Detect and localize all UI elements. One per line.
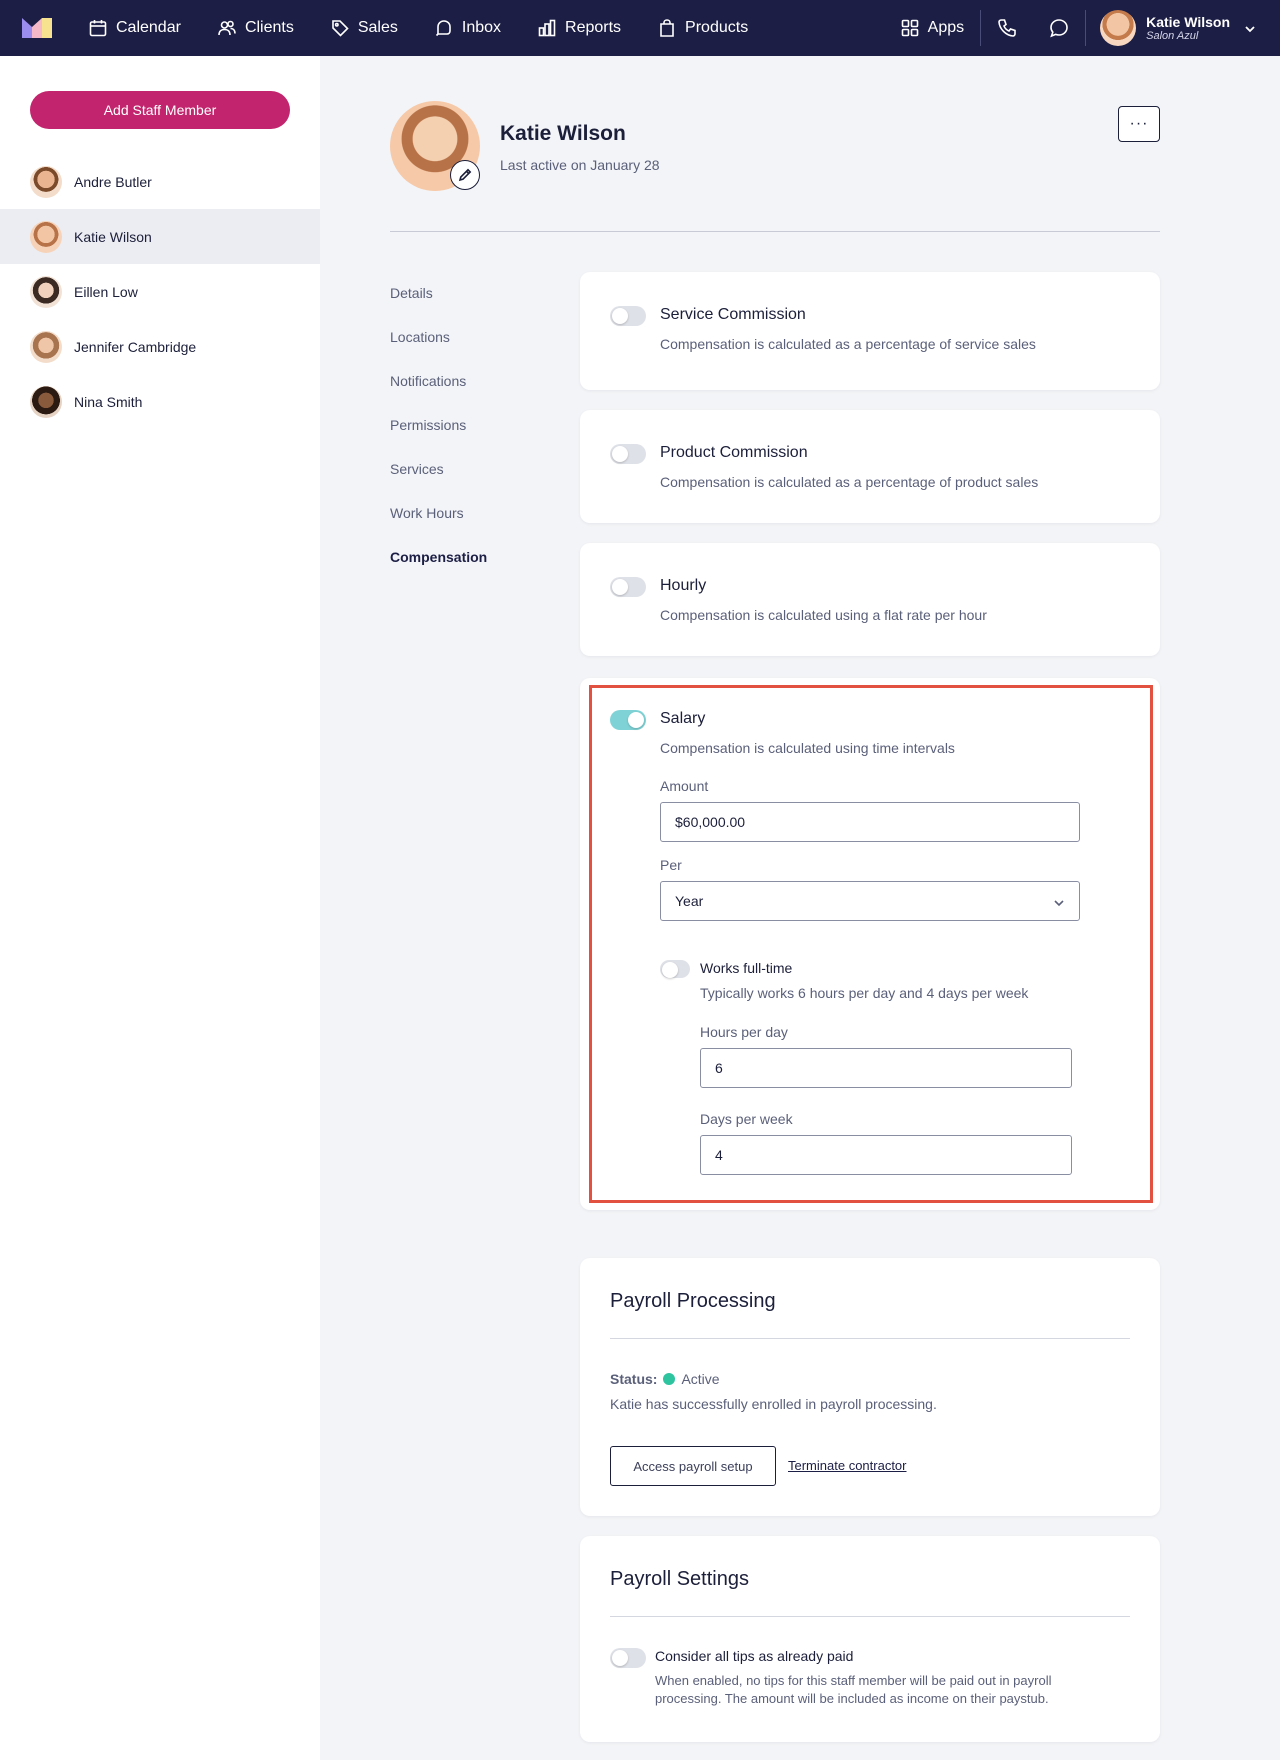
nav-label-clients: Clients xyxy=(244,19,294,36)
salary-highlight-box xyxy=(589,685,1153,1203)
avatar xyxy=(30,165,62,198)
main-nav: Calendar Clients Sales Inbox Reports Pro… xyxy=(88,0,784,56)
status-dot-icon xyxy=(663,1373,676,1385)
product-commission-card: Product Commission Compensation is calcu… xyxy=(580,410,1160,523)
subnav-locations[interactable]: Locations xyxy=(390,329,487,373)
nav-item-inbox[interactable]: Inbox xyxy=(434,18,501,38)
bar-chart-icon xyxy=(538,19,556,37)
chat-bubble-icon xyxy=(1050,19,1068,38)
section-title: Payroll Settings xyxy=(610,1568,749,1590)
more-dots-icon: ··· xyxy=(1129,115,1149,132)
users-icon xyxy=(218,20,236,36)
card-description: Compensation is calculated as a percenta… xyxy=(660,336,1036,352)
status-value: Active xyxy=(681,1371,720,1387)
staff-name: Eillen Low xyxy=(74,283,138,300)
more-options-button[interactable]: ··· xyxy=(1118,106,1160,142)
staff-item-katie-wilson[interactable]: Katie Wilson xyxy=(0,209,320,264)
divider xyxy=(610,1338,1130,1339)
card-title: Product Commission xyxy=(660,444,808,461)
card-description: Compensation is calculated as a percenta… xyxy=(660,474,1039,490)
subnav-permissions[interactable]: Permissions xyxy=(390,417,487,461)
service-commission-toggle[interactable] xyxy=(610,306,646,326)
tag-icon xyxy=(332,20,349,37)
nav-right-group: Apps Katie Wilson Salon Azul xyxy=(900,0,1280,56)
divider xyxy=(610,1616,1130,1617)
card-title: Hourly xyxy=(660,577,707,594)
payroll-status: Status: Active xyxy=(610,1371,720,1387)
nav-label-inbox: Inbox xyxy=(461,19,502,36)
phone-icon xyxy=(998,19,1016,37)
nav-item-reports[interactable]: Reports xyxy=(537,18,621,38)
tips-already-paid-toggle[interactable] xyxy=(610,1648,646,1668)
terminate-contractor-link[interactable]: Terminate contractor xyxy=(788,1458,907,1473)
calendar-icon xyxy=(89,20,107,37)
profile-subnav: Details Locations Notifications Permissi… xyxy=(390,285,487,593)
last-active-text: Last active on January 28 xyxy=(500,157,660,173)
staff-name: Andre Butler xyxy=(74,173,152,190)
subnav-notifications[interactable]: Notifications xyxy=(390,373,487,417)
tips-description-line-1: When enabled, no tips for this staff mem… xyxy=(655,1673,1052,1688)
access-payroll-setup-button[interactable]: Access payroll setup xyxy=(610,1446,776,1486)
tips-already-paid-title: Consider all tips as already paid xyxy=(655,1648,854,1664)
status-label: Status: xyxy=(610,1371,658,1387)
subnav-work-hours[interactable]: Work Hours xyxy=(390,505,487,549)
staff-item-nina-smith[interactable]: Nina Smith xyxy=(0,374,320,429)
nav-label-reports: Reports xyxy=(565,19,622,36)
nav-item-calendar[interactable]: Calendar xyxy=(88,18,181,38)
hourly-card: Hourly Compensation is calculated using … xyxy=(580,543,1160,656)
nav-label-sales: Sales xyxy=(357,19,398,36)
apps-button[interactable]: Apps xyxy=(900,18,964,38)
subnav-details[interactable]: Details xyxy=(390,285,487,329)
nav-item-sales[interactable]: Sales xyxy=(330,18,398,38)
avatar xyxy=(30,220,62,253)
staff-name: Katie Wilson xyxy=(74,228,152,245)
nav-label-products: Products xyxy=(685,19,749,36)
brand-logo[interactable] xyxy=(22,16,52,38)
tips-description-line-2: processing. The amount will be included … xyxy=(655,1691,1049,1706)
divider xyxy=(390,231,1160,232)
user-name: Katie Wilson xyxy=(1146,13,1230,30)
user-avatar xyxy=(1100,10,1137,46)
staff-item-eillen-low[interactable]: Eillen Low xyxy=(0,264,320,319)
edit-photo-button[interactable] xyxy=(450,160,480,190)
shopping-bag-icon xyxy=(660,19,674,37)
staff-item-jennifer-cambridge[interactable]: Jennifer Cambridge xyxy=(0,319,320,374)
nav-item-clients[interactable]: Clients xyxy=(217,18,294,38)
payroll-processing-card: Payroll Processing Status: Active Katie … xyxy=(580,1258,1160,1516)
inbox-icon xyxy=(435,20,451,37)
top-navigation-bar: Calendar Clients Sales Inbox Reports Pro… xyxy=(0,0,1280,56)
pencil-icon xyxy=(458,168,472,182)
staff-name: Jennifer Cambridge xyxy=(74,338,197,355)
staff-list: Andre Butler Katie Wilson Eillen Low Jen… xyxy=(0,154,320,429)
phone-button[interactable] xyxy=(981,17,1033,39)
avatar xyxy=(30,385,62,418)
payroll-message: Katie has successfully enrolled in payro… xyxy=(610,1396,937,1412)
user-organization: Salon Azul xyxy=(1146,29,1199,42)
service-commission-card: Service Commission Compensation is calcu… xyxy=(580,272,1160,390)
apps-label: Apps xyxy=(927,19,965,36)
card-title: Service Commission xyxy=(660,306,806,323)
avatar xyxy=(30,330,62,363)
chevron-down-icon xyxy=(1244,22,1256,34)
nav-item-products[interactable]: Products xyxy=(657,18,748,38)
user-info: Katie Wilson Salon Azul xyxy=(1146,14,1230,43)
staff-sidebar: Add Staff Member Andre Butler Katie Wils… xyxy=(0,56,320,1760)
grid-icon xyxy=(901,19,918,37)
nav-label-calendar: Calendar xyxy=(116,19,181,36)
avatar xyxy=(30,275,62,308)
add-staff-member-button[interactable]: Add Staff Member xyxy=(30,91,290,129)
staff-name: Nina Smith xyxy=(74,393,143,410)
chat-button[interactable] xyxy=(1033,17,1085,39)
subnav-compensation[interactable]: Compensation xyxy=(390,549,487,593)
hourly-toggle[interactable] xyxy=(610,577,646,597)
user-menu[interactable]: Katie Wilson Salon Azul xyxy=(1086,10,1280,46)
staff-item-andre-butler[interactable]: Andre Butler xyxy=(0,154,320,209)
section-title: Payroll Processing xyxy=(610,1290,776,1312)
subnav-services[interactable]: Services xyxy=(390,461,487,505)
card-description: Compensation is calculated using a flat … xyxy=(660,607,987,623)
payroll-settings-card: Payroll Settings Consider all tips as al… xyxy=(580,1536,1160,1742)
product-commission-toggle[interactable] xyxy=(610,444,646,464)
profile-name: Katie Wilson xyxy=(500,122,626,145)
